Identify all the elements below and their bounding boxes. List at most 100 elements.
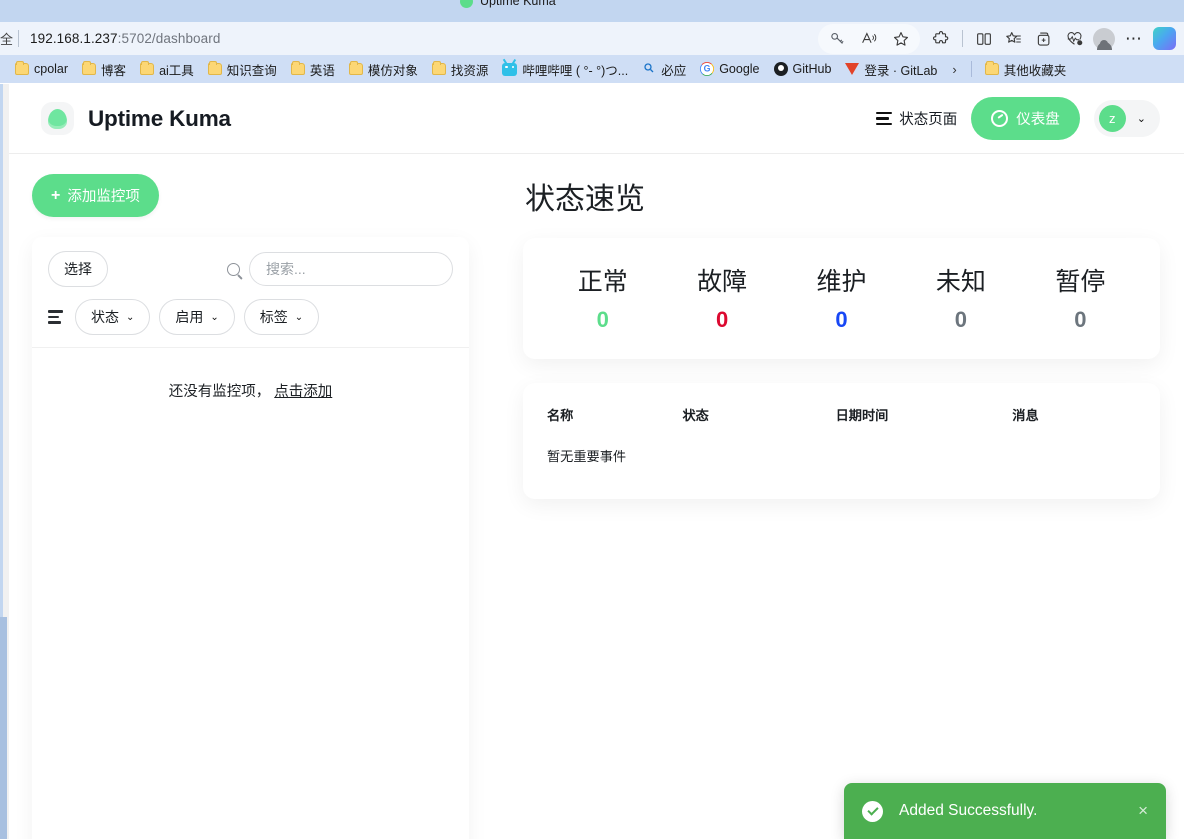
bookmark-label: 登录 · GitLab <box>864 63 938 78</box>
copilot-icon[interactable] <box>1153 27 1176 50</box>
toolbar-divider <box>962 30 963 47</box>
folder-icon <box>290 61 305 75</box>
nav-dashboard-button[interactable]: 仪表盘 <box>971 97 1080 140</box>
browser-address-bar: 全 192.168.1.237:5702/dashboard ⋯ <box>0 22 1184 55</box>
bookmark-label: 模仿对象 <box>367 63 418 78</box>
folder-icon <box>348 61 363 75</box>
search-input[interactable] <box>249 252 453 286</box>
kuma-logo-icon <box>41 102 74 135</box>
chevron-down-icon: ⌄ <box>1136 113 1146 125</box>
address-url-text[interactable]: 192.168.1.237:5702/dashboard <box>30 31 220 46</box>
bookmark-item[interactable]: GitHub <box>767 60 839 78</box>
bookmark-label: GitHub <box>792 62 832 76</box>
collections-icon[interactable] <box>999 26 1029 52</box>
add-tab-group-icon[interactable] <box>1029 26 1059 52</box>
nav-status-page-label: 状态页面 <box>899 112 958 128</box>
bookmark-item[interactable]: 哔哩哔哩 ( °- °)つ... <box>495 58 635 81</box>
user-menu[interactable]: z ⌄ <box>1093 100 1160 137</box>
monitor-list-empty: 还没有监控项， 点击添加 <box>32 348 469 401</box>
other-bookmarks-folder[interactable]: 其他收藏夹 <box>978 58 1074 81</box>
app-header: Uptime Kuma 状态页面 仪表盘 z ⌄ <box>9 84 1184 154</box>
events-table-header-row: 名称 状态 日期时间 消息 <box>547 405 1136 446</box>
folder-icon <box>984 61 999 75</box>
settings-more-icon[interactable]: ⋯ <box>1119 26 1149 52</box>
bookmark-item[interactable]: 必应 <box>635 58 693 81</box>
site-security-label: 全 <box>0 32 14 47</box>
monitor-list-card: 选择 状态 ⌄ <box>32 237 469 839</box>
bing-search-icon <box>642 62 656 77</box>
select-button[interactable]: 选择 <box>48 251 108 287</box>
status-summary-card: 正常 0 故障 0 维护 0 未知 0 暂停 0 <box>523 238 1160 359</box>
bookmark-item[interactable]: 英语 <box>284 58 342 81</box>
extensions-puzzle-icon[interactable] <box>926 26 956 52</box>
stat-label: 维护 <box>816 268 867 296</box>
split-screen-icon[interactable] <box>969 26 999 52</box>
browser-window: Uptime Kuma 全 192.168.1.237:5702/dashboa… <box>0 0 1184 839</box>
nav-status-page[interactable]: 状态页面 <box>876 108 957 129</box>
close-icon[interactable]: × <box>1134 801 1152 821</box>
password-key-icon[interactable] <box>822 26 852 52</box>
column-name: 名称 <box>547 408 574 423</box>
stat-label: 暂停 <box>1055 268 1106 296</box>
bookmark-item[interactable]: ai工具 <box>133 58 201 81</box>
bookmark-item[interactable]: 登录 · GitLab <box>838 58 944 81</box>
chevron-down-icon: ⌄ <box>294 311 304 323</box>
bookmarks-overflow-chevron-icon[interactable]: › <box>944 62 964 77</box>
bookmark-item[interactable]: Google <box>693 60 766 78</box>
other-bookmarks-label: 其他收藏夹 <box>1003 63 1067 78</box>
bookmark-item[interactable]: 博客 <box>75 58 133 81</box>
monitor-list-toolbar: 选择 状态 ⌄ <box>32 237 469 348</box>
profile-icon[interactable] <box>1089 26 1119 52</box>
events-card: 名称 状态 日期时间 消息 暂无重要事件 <box>523 383 1160 499</box>
browser-essentials-icon[interactable] <box>1059 26 1089 52</box>
bookmark-label: 博客 <box>101 63 127 78</box>
gitlab-icon <box>845 63 860 75</box>
empty-text: 还没有监控项， <box>168 384 271 400</box>
filter-active-button[interactable]: 启用 ⌄ <box>159 299 235 335</box>
bookmark-label: 必应 <box>661 63 687 78</box>
filter-tags-button[interactable]: 标签 ⌄ <box>243 299 320 335</box>
chevron-down-icon: ⌄ <box>126 311 135 323</box>
bookmarks-bar: cpolar 博客 ai工具 知识查询 英语 模仿对象 找资源 哔哩哔哩 ( °… <box>0 55 1184 83</box>
stat-down: 故障 0 <box>662 262 781 333</box>
filter-status-button[interactable]: 状态 ⌄ <box>75 299 151 335</box>
header-actions: 状态页面 仪表盘 z ⌄ <box>876 97 1160 140</box>
filter-status-label: 状态 <box>91 309 119 325</box>
add-monitor-link[interactable]: 点击添加 <box>274 384 332 400</box>
bilibili-icon <box>502 62 518 76</box>
column-status: 状态 <box>682 408 709 423</box>
toast-notification: Added Successfully. × <box>844 783 1166 839</box>
browser-tab[interactable]: Uptime Kuma <box>460 0 556 8</box>
select-label: 选择 <box>64 261 92 277</box>
filter-tags-label: 标签 <box>259 309 288 325</box>
favorite-star-icon[interactable] <box>886 26 916 52</box>
bookmark-item[interactable]: cpolar <box>8 60 75 78</box>
bookmark-item[interactable]: 模仿对象 <box>342 58 425 81</box>
address-inline-actions <box>818 23 920 54</box>
app-body: + 添加监控项 选择 搜索... 状态 ⌄ 启用 ⌄ 标签 ⌄ 还没有监控项， … <box>9 154 1184 839</box>
uptime-kuma-app: Uptime Kuma 状态页面 仪表盘 z ⌄ + 添加监控项 选择 搜索..… <box>9 84 1184 839</box>
scrollbar-thumb[interactable] <box>0 617 7 839</box>
bookmark-item[interactable]: 找资源 <box>425 58 496 81</box>
stat-value: 0 <box>954 307 968 332</box>
add-monitor-button[interactable]: + 添加监控项 <box>32 174 159 217</box>
url-host: 192.168.1.237 <box>30 31 118 46</box>
folder-icon <box>431 61 446 75</box>
avatar: z <box>1098 105 1126 132</box>
filter-active-label: 启用 <box>175 309 204 325</box>
stat-up: 正常 0 <box>543 262 662 333</box>
bookmark-label: 哔哩哔哩 ( °- °)つ... <box>522 63 629 78</box>
search-icon <box>227 262 240 276</box>
read-aloud-icon[interactable] <box>854 26 884 52</box>
plus-icon: + <box>51 186 61 204</box>
brand-logo-group[interactable]: Uptime Kuma <box>41 102 231 135</box>
bookmark-item[interactable]: 知识查询 <box>201 58 284 81</box>
nav-dashboard-label: 仪表盘 <box>1016 112 1060 128</box>
page-viewport: Uptime Kuma 状态页面 仪表盘 z ⌄ + 添加监控项 选择 搜索..… <box>0 84 1184 839</box>
search-group <box>227 252 453 286</box>
page-scrollbar[interactable] <box>0 84 9 839</box>
sort-list-icon[interactable] <box>48 310 63 324</box>
stat-maintenance: 维护 0 <box>782 262 901 333</box>
stat-value: 0 <box>715 307 729 332</box>
brand-title: Uptime Kuma <box>88 105 231 131</box>
